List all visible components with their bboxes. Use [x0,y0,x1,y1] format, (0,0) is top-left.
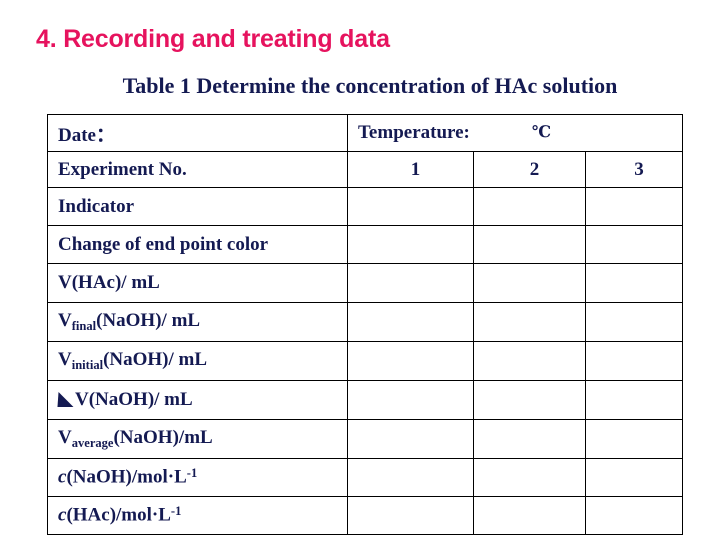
page-title: 4. Recording and treating data [36,25,390,53]
table-row-v-initial: Vinitial(NaOH)/ mL [47,341,683,381]
experiment-no-label: Experiment No. [47,151,348,188]
v-average-subscript: average [71,436,114,450]
cell-v-final-1[interactable] [347,302,474,342]
table-row-delta-v: V(NaOH)/ mL [47,380,683,420]
delta-triangle-icon [57,392,75,407]
delta-v-rest: V(NaOH)/ mL [75,389,193,410]
cell-indicator-2[interactable] [473,187,586,226]
table-row-indicator: Indicator [47,187,683,226]
row-label-end-point-color: Change of end point color [47,225,348,264]
c-naoh-superscript: -1 [186,466,198,481]
v-final-subscript: final [71,319,97,333]
temperature-cell[interactable]: Temperature: ℃ [347,114,683,152]
table-row-end-point-color: Change of end point color [47,225,683,264]
cell-v-hac-3[interactable] [585,263,683,303]
cell-v-average-1[interactable] [347,419,474,459]
cell-v-average-3[interactable] [585,419,683,459]
cell-v-hac-2[interactable] [473,263,586,303]
v-initial-symbol: V [58,349,72,370]
cell-v-initial-1[interactable] [347,341,474,381]
cell-delta-v-3[interactable] [585,380,683,420]
v-hac-text: V(HAc)/ mL [58,272,160,293]
table-row-v-average: Vaverage(NaOH)/mL [47,419,683,459]
cell-indicator-1[interactable] [347,187,474,226]
table-caption: Table 1 Determine the concentration of H… [122,73,618,98]
cell-delta-v-1[interactable] [347,380,474,420]
table-row-c-hac: c(HAc)/mol·L-1 [47,496,683,535]
cell-v-final-2[interactable] [473,302,586,342]
column-header-1: 1 [347,151,474,188]
c-naoh-rest: (NaOH)/mol·L [66,466,187,488]
cell-v-hac-1[interactable] [347,263,474,303]
row-label-indicator: Indicator [47,187,348,226]
row-label-v-initial: Vinitial(NaOH)/ mL [47,341,348,381]
v-initial-subscript: initial [71,358,104,372]
cell-v-initial-2[interactable] [473,341,586,381]
v-final-rest: (NaOH)/ mL [96,310,201,331]
v-final-symbol: V [58,310,72,331]
cell-c-naoh-2[interactable] [473,458,586,497]
cell-c-naoh-3[interactable] [585,458,683,497]
experiment-data-table: Date： Temperature: ℃ Experiment No. 1 2 3… [47,114,683,535]
cell-c-naoh-1[interactable] [347,458,474,497]
table-row-v-final: Vfinal(NaOH)/ mL [47,302,683,342]
cell-end-point-color-1[interactable] [347,225,474,264]
cell-c-hac-2[interactable] [473,496,586,535]
row-label-v-hac: V(HAc)/ mL [47,263,348,303]
date-label-cell[interactable]: Date： [47,114,348,152]
slide-root: 4. Recording and treating data Table 1 D… [0,0,720,540]
table-row-c-naoh: c(NaOH)/mol·L-1 [47,458,683,497]
cell-indicator-3[interactable] [585,187,683,226]
cell-v-initial-3[interactable] [585,341,683,381]
row-label-c-naoh: c(NaOH)/mol·L-1 [47,458,348,497]
v-initial-rest: (NaOH)/ mL [103,349,208,370]
cell-c-hac-3[interactable] [585,496,683,535]
c-hac-superscript: -1 [170,504,182,519]
cell-end-point-color-3[interactable] [585,225,683,264]
column-header-3: 3 [585,151,683,188]
table-row-experiment-no: Experiment No. 1 2 3 [47,151,683,188]
table-row-date-temperature: Date： Temperature: ℃ [47,114,683,152]
cell-end-point-color-2[interactable] [473,225,586,264]
temperature-label: Temperature: [358,122,470,143]
c-hac-rest: (HAc)/mol·L [66,504,171,526]
v-average-symbol: V [58,427,72,448]
row-label-delta-v: V(NaOH)/ mL [47,380,348,420]
v-average-rest: (NaOH)/mL [113,427,213,448]
row-label-c-hac: c(HAc)/mol·L-1 [47,496,348,535]
cell-delta-v-2[interactable] [473,380,586,420]
cell-v-final-3[interactable] [585,302,683,342]
row-label-v-average: Vaverage(NaOH)/mL [47,419,348,459]
cell-v-average-2[interactable] [473,419,586,459]
column-header-2: 2 [473,151,586,188]
cell-c-hac-1[interactable] [347,496,474,535]
table-row-v-hac: V(HAc)/ mL [47,263,683,303]
row-label-v-final: Vfinal(NaOH)/ mL [47,302,348,342]
degree-celsius-icon: ℃ [531,124,552,141]
